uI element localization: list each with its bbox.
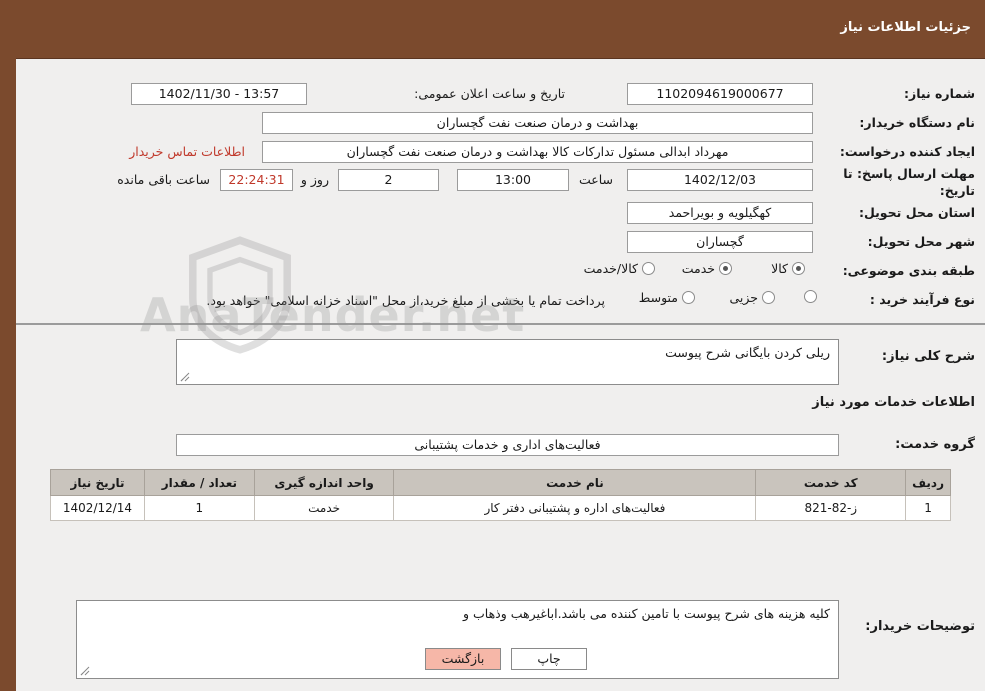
radio-purchase-jozei[interactable]: جزیی: [729, 290, 775, 305]
time-left-suffix: ساعت باقی مانده: [117, 172, 210, 187]
service-group-value: فعالیت‌های اداری و خدمات پشتیبانی: [176, 434, 839, 456]
time-left-value: 22:24:31: [220, 169, 293, 191]
radio-indicator[interactable]: [719, 262, 732, 275]
th-quantity: تعداد / مقدار: [143, 469, 255, 496]
print-button[interactable]: چاپ: [511, 648, 587, 670]
cell-unit: خدمت: [253, 495, 395, 521]
buyer-notes-label: توضیحات خریدار:: [865, 619, 975, 634]
services-table: ردیف کد خدمت نام خدمت واحد اندازه گیری ت…: [50, 469, 951, 521]
radio-indicator[interactable]: [804, 290, 817, 303]
buyer-notes-text: کلیه هزینه های شرح پیوست با تامین کننده …: [462, 606, 830, 621]
page-title: جزئیات اطلاعات نیاز: [840, 20, 971, 35]
purchase-note: پرداخت تمام یا بخشی از مبلغ خرید،از محل …: [206, 293, 605, 308]
requester-value: مهرداد ابدالی مسئول تدارکات کالا بهداشت …: [262, 141, 813, 163]
category-label: طبقه بندی موضوعی:: [842, 263, 975, 278]
th-unit: واحد اندازه گیری: [253, 469, 395, 496]
need-details-section: شرح کلی نیاز: ریلی کردن بایگانی شرح پیوس…: [16, 327, 985, 691]
radio-indicator[interactable]: [792, 262, 805, 275]
radio-indicator[interactable]: [762, 291, 775, 304]
need-info-section: شماره نیاز: 1102094619000677 تاریخ و ساع…: [16, 59, 985, 325]
th-service-code: کد خدمت: [755, 469, 907, 496]
deadline-label: مهلت ارسال پاسخ: تا تاریخ:: [843, 166, 975, 198]
cell-service-code: ز-82-821: [755, 495, 907, 521]
content-area: شماره نیاز: 1102094619000677 تاریخ و ساع…: [16, 59, 985, 691]
city-value: گچساران: [627, 231, 813, 253]
radio-category-khedmat[interactable]: خدمت: [682, 261, 732, 276]
th-row-no: ردیف: [905, 469, 951, 496]
need-number-label: شماره نیاز:: [904, 86, 975, 101]
radio-label: کالا/خدمت: [583, 261, 638, 276]
cell-quantity: 1: [143, 495, 255, 521]
radio-category-kala-khedmat[interactable]: کالا/خدمت: [584, 261, 655, 276]
buyer-org-value: بهداشت و درمان صنعت نفت گچساران: [262, 112, 813, 134]
radio-indicator[interactable]: [682, 291, 695, 304]
radio-category-kala[interactable]: کالا: [771, 261, 805, 276]
days-left-label: روز و: [300, 172, 329, 187]
announce-datetime-label: تاریخ و ساعت اعلان عمومی:: [414, 86, 565, 101]
th-need-date: تاریخ نیاز: [50, 469, 145, 496]
deadline-date-value: 1402/12/03: [627, 169, 813, 191]
back-button[interactable]: بازگشت: [425, 648, 501, 670]
general-desc-value: ریلی کردن بایگانی شرح پیوست: [176, 339, 839, 385]
general-desc-label: شرح کلی نیاز:: [881, 349, 975, 364]
radio-label: کالا: [771, 261, 788, 276]
service-group-label: گروه خدمت:: [895, 437, 975, 452]
buyer-org-label: نام دستگاه خریدار:: [859, 115, 975, 130]
radio-purchase-motevaset[interactable]: متوسط: [639, 290, 695, 305]
requester-label: ایجاد کننده درخواست:: [839, 144, 975, 159]
page-root: جزئیات اطلاعات نیاز شماره نیاز: 11020946…: [0, 0, 985, 691]
left-accent-strip: [0, 0, 16, 691]
radio-purchase-none[interactable]: [804, 290, 817, 303]
resize-handle-icon[interactable]: [180, 372, 190, 382]
general-desc-text: ریلی کردن بایگانی شرح پیوست: [665, 345, 830, 360]
days-left-value: 2: [338, 169, 439, 191]
buyer-contact-link[interactable]: اطلاعات تماس خریدار: [129, 144, 245, 159]
province-label: استان محل تحویل:: [858, 205, 975, 220]
title-bar: جزئیات اطلاعات نیاز: [0, 0, 985, 59]
resize-handle-icon[interactable]: [80, 666, 90, 676]
table-header-row: ردیف کد خدمت نام خدمت واحد اندازه گیری ت…: [50, 469, 951, 496]
radio-label: متوسط: [638, 290, 678, 305]
services-info-title: اطلاعات خدمات مورد نیاز: [812, 395, 975, 410]
announce-datetime-value: 13:57 - 1402/11/30: [131, 83, 307, 105]
table-row: 1 ز-82-821 فعالیت‌های اداره و پشتیبانی د…: [50, 495, 951, 521]
th-service-name: نام خدمت: [393, 469, 757, 496]
cell-row-no: 1: [905, 495, 951, 521]
city-label: شهر محل تحویل:: [867, 234, 975, 249]
purchase-type-label: نوع فرآیند خرید :: [869, 292, 975, 307]
deadline-hour-value: 13:00: [457, 169, 569, 191]
radio-indicator[interactable]: [642, 262, 655, 275]
deadline-hour-label: ساعت: [578, 172, 613, 187]
need-number-value: 1102094619000677: [627, 83, 813, 105]
cell-need-date: 1402/12/14: [50, 495, 145, 521]
radio-label: خدمت: [681, 261, 715, 276]
cell-service-name: فعالیت‌های اداره و پشتیبانی دفتر کار: [393, 495, 757, 521]
province-value: کهگیلویه و بویراحمد: [627, 202, 813, 224]
radio-label: جزیی: [729, 290, 758, 305]
